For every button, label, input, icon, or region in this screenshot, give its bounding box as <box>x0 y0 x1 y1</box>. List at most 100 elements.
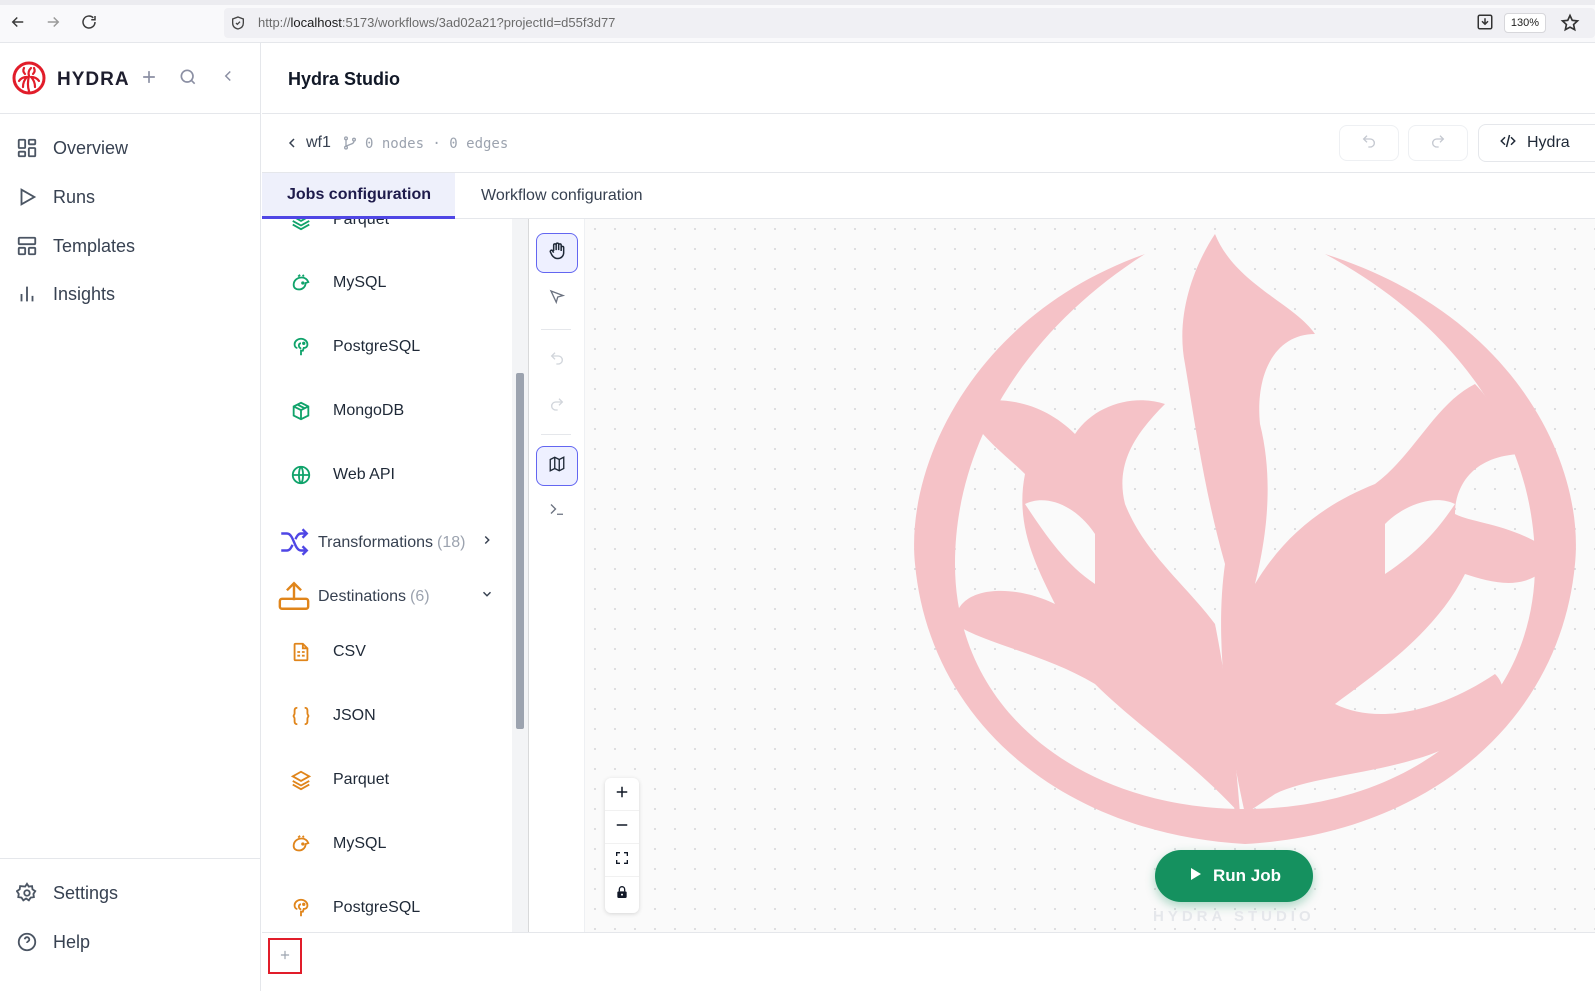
sidebar-footer: Settings Help <box>0 858 261 991</box>
dolphin-icon <box>289 271 313 295</box>
dolphin-icon <box>289 832 313 856</box>
canvas-redo-button[interactable] <box>536 386 578 426</box>
palette-group-destinations[interactable]: Destinations (6) <box>262 575 512 615</box>
plus-icon[interactable] <box>139 67 159 92</box>
palette-group-label: Transformations (18) <box>318 534 466 551</box>
undo-button[interactable] <box>1339 125 1399 161</box>
zoom-out-button[interactable] <box>605 811 639 844</box>
sidebar-header: HYDRA <box>0 43 261 114</box>
add-tab-button[interactable] <box>268 938 302 974</box>
hydra-code-label: Hydra <box>1527 134 1570 151</box>
select-tool-button[interactable] <box>536 279 578 319</box>
palette-item-label: Parquet <box>333 771 390 788</box>
toolstrip-divider <box>541 329 571 330</box>
hand-icon <box>547 241 567 266</box>
palette-item-postgresql-source[interactable]: PostgreSQL <box>262 327 512 367</box>
config-tabs: Jobs configuration Workflow configuratio… <box>262 173 1595 219</box>
browser-top-strip <box>0 0 1595 5</box>
palette-item-label: Web API <box>333 466 395 483</box>
sidebar-item-label: Templates <box>53 236 136 256</box>
page-title: Hydra Studio <box>288 69 401 89</box>
redo-icon <box>1430 133 1446 154</box>
zoom-in-button[interactable] <box>605 778 639 811</box>
zoom-level-badge[interactable]: 130% <box>1504 13 1546 33</box>
address-bar[interactable]: http://localhost:5173/workflows/3ad02a21… <box>224 8 1595 38</box>
braces-icon <box>289 704 313 728</box>
hydra-code-button[interactable]: Hydra <box>1478 124 1595 162</box>
run-job-button[interactable]: Run Job <box>1155 850 1313 902</box>
globe-icon <box>289 463 313 487</box>
sidebar-item-templates[interactable]: Templates <box>0 225 261 267</box>
help-circle-icon <box>16 931 38 958</box>
sidebar-item-insights[interactable]: Insights <box>0 273 261 315</box>
console-button[interactable] <box>536 491 578 531</box>
toolstrip-divider <box>541 434 571 435</box>
palette-item-web-api-source[interactable]: Web API <box>262 455 512 495</box>
palette-item-json-destination[interactable]: JSON <box>262 696 512 736</box>
palette-item-label: MySQL <box>333 274 387 291</box>
sidebar-item-settings[interactable]: Settings <box>0 872 261 914</box>
pan-tool-button[interactable] <box>536 233 578 273</box>
palette-scrollbar-thumb[interactable] <box>516 373 524 729</box>
workflow-name[interactable]: wf1 <box>306 134 331 152</box>
tab-jobs-configuration[interactable]: Jobs configuration <box>262 173 455 219</box>
palette-item-mongodb-source[interactable]: MongoDB <box>262 391 512 431</box>
redo-button[interactable] <box>1408 125 1468 161</box>
package-icon <box>289 399 313 423</box>
search-icon[interactable] <box>178 67 198 92</box>
sidebar-item-overview[interactable]: Overview <box>0 127 261 169</box>
watermark-text: HYDRA STUDIO <box>1153 908 1315 925</box>
chevron-right-icon <box>480 533 494 552</box>
layers-icon <box>289 219 313 232</box>
palette-item-csv-destination[interactable]: CSV <box>262 632 512 672</box>
palette-item-parquet-destination[interactable]: Parquet <box>262 760 512 800</box>
lock-button[interactable] <box>605 878 639 911</box>
palette-item-label: PostgreSQL <box>333 338 421 355</box>
download-icon[interactable] <box>1476 13 1494 36</box>
palette-item-postgresql-destination[interactable]: PostgreSQL <box>262 888 512 928</box>
play-outline-icon <box>16 186 38 213</box>
back-arrow-icon[interactable] <box>6 10 30 34</box>
palette-group-transformations[interactable]: Transformations (18) <box>262 521 512 561</box>
sidebar-item-label: Settings <box>53 883 119 903</box>
undo-icon <box>549 350 565 371</box>
palette-item-label: PostgreSQL <box>333 899 421 916</box>
workflow-stats: 0 nodes · 0 edges <box>365 136 509 152</box>
shuffle-icon <box>277 525 311 564</box>
sidebar-item-help[interactable]: Help <box>0 921 261 963</box>
bar-chart-icon <box>16 283 38 310</box>
chevron-left-icon[interactable] <box>219 67 237 90</box>
workflow-canvas[interactable]: Run Job HYDRA STUDIO <box>585 219 1595 932</box>
sidebar-item-label: Overview <box>53 138 129 158</box>
url-text: http://localhost:5173/workflows/3ad02a21… <box>258 15 616 30</box>
palette-item-parquet-source[interactable]: Parquet <box>262 219 512 240</box>
reload-icon[interactable] <box>77 10 101 34</box>
git-branch-icon <box>342 135 358 156</box>
pointer-icon <box>548 288 566 311</box>
plus-icon <box>613 783 631 806</box>
sidebar: HYDRA Overview Runs Templates Insights S… <box>0 43 261 991</box>
layout-icon <box>16 235 38 262</box>
palette-item-label: JSON <box>333 707 376 724</box>
canvas-undo-button[interactable] <box>536 340 578 380</box>
file-spreadsheet-icon <box>289 640 313 664</box>
sidebar-item-label: Insights <box>53 284 116 304</box>
bookmark-star-icon[interactable] <box>1560 13 1580 38</box>
palette-item-mysql-source[interactable]: MySQL <box>262 263 512 303</box>
sidebar-item-label: Runs <box>53 187 96 207</box>
minimap-toggle-button[interactable] <box>536 446 578 486</box>
bottom-tab-bar <box>262 932 1595 991</box>
sidebar-item-runs[interactable]: Runs <box>0 176 261 218</box>
forward-arrow-icon[interactable] <box>41 10 65 34</box>
node-palette: Parquet MySQL PostgreSQL MongoDB Web API… <box>262 219 529 932</box>
back-chevron-icon[interactable] <box>284 135 300 156</box>
plus-icon <box>278 946 292 967</box>
elephant-icon <box>289 335 313 359</box>
undo-icon <box>1361 133 1377 154</box>
shield-icon <box>230 14 246 37</box>
palette-item-mysql-destination[interactable]: MySQL <box>262 824 512 864</box>
fit-view-button[interactable] <box>605 844 639 877</box>
tab-workflow-configuration[interactable]: Workflow configuration <box>481 173 643 219</box>
hydra-logo-icon[interactable] <box>12 61 46 100</box>
fullscreen-icon <box>614 850 630 871</box>
